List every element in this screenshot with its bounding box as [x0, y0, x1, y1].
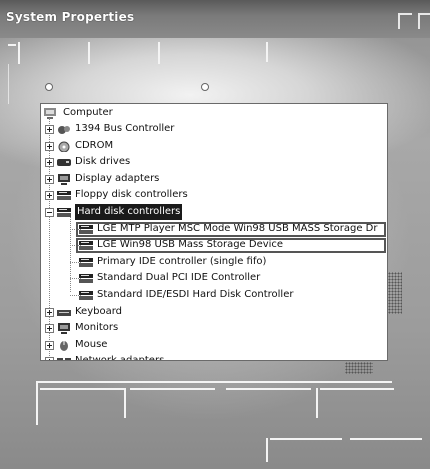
window-title: System Properties [6, 10, 135, 24]
properties-button[interactable] [40, 388, 125, 390]
cdrom-icon [58, 141, 70, 152]
bus-controller-icon [58, 126, 70, 134]
disk-controller-icon [79, 274, 93, 284]
tab-divider[interactable] [266, 42, 268, 62]
mouse-icon [60, 340, 68, 351]
scrollbar-grip[interactable] [388, 272, 402, 314]
tree-item-label: CDROM [75, 139, 114, 151]
ok-button[interactable] [270, 438, 342, 440]
tree-item-label: Display adapters [75, 172, 160, 184]
ok-button-frame[interactable] [266, 438, 268, 462]
tree-item[interactable]: Standard Dual PCI IDE Controller [41, 270, 387, 286]
tree-item[interactable]: Keyboard [41, 304, 387, 320]
expand-icon[interactable] [45, 340, 54, 350]
expand-icon[interactable] [45, 307, 54, 317]
highlight-box [76, 221, 386, 237]
tree-item-label: Floppy disk controllers [75, 189, 188, 201]
expand-icon[interactable] [45, 324, 54, 334]
tree-item-label: Standard Dual PCI IDE Controller [97, 272, 261, 284]
minimize-button[interactable] [398, 13, 412, 29]
tree-item[interactable]: LGE Win98 USB Mass Storage Device [41, 237, 387, 254]
monitor-icon [58, 323, 70, 335]
tree-item-label: Keyboard [75, 305, 123, 317]
properties-button-frame[interactable] [36, 383, 38, 425]
print-button[interactable] [320, 388, 394, 390]
tree-item[interactable]: Disk drives [41, 154, 387, 170]
tree-item[interactable]: Display adapters [41, 171, 387, 187]
disk-controller-icon [57, 208, 71, 217]
group-box-border [36, 381, 392, 383]
tree-root-label: Computer [63, 107, 113, 118]
refresh-button-frame[interactable] [124, 388, 126, 418]
tree-item-label: Standard IDE/ESDI Hard Disk Controller [97, 289, 294, 300]
scrollbar-grip-horizontal[interactable] [345, 362, 373, 374]
tree-item[interactable]: LGE MTP Player MSC Mode Win98 USB MASS S… [41, 221, 387, 237]
expand-icon[interactable] [45, 125, 54, 134]
remove-button[interactable] [226, 388, 311, 390]
device-tree[interactable]: Computer 1394 Bus Controller CDROM Disk dr… [40, 103, 388, 361]
close-button[interactable] [418, 13, 430, 29]
expand-icon[interactable] [45, 141, 54, 151]
monitor-icon [58, 173, 70, 185]
panel-border-left [8, 64, 9, 104]
tree-item-label: Monitors [75, 322, 119, 334]
disk-controller-icon [57, 191, 71, 201]
cancel-button[interactable] [350, 438, 422, 440]
system-properties-dialog: System Properties Computer 1394 Bus Cont… [0, 0, 430, 469]
tab-divider[interactable] [158, 42, 160, 64]
refresh-button[interactable] [130, 388, 215, 390]
tab-divider[interactable] [88, 42, 90, 64]
tree-item[interactable]: Floppy disk controllers [41, 187, 387, 203]
disk-drive-icon [57, 159, 71, 167]
tree-item[interactable]: Monitors [41, 320, 387, 336]
disk-controller-icon [79, 291, 93, 300]
tree-item-label: Disk drives [75, 156, 131, 168]
view-by-type-radio[interactable] [45, 83, 53, 91]
tree-item[interactable]: Mouse [41, 337, 387, 353]
collapse-icon[interactable] [45, 208, 54, 217]
tree-item-label: Hard disk controllers [75, 204, 183, 220]
title-bar: System Properties [0, 0, 430, 38]
keyboard-icon [57, 309, 71, 316]
view-by-connection-radio[interactable] [201, 83, 209, 91]
tree-item[interactable]: Primary IDE controller (single fifo) [41, 254, 387, 270]
tree-item[interactable]: Standard IDE/ESDI Hard Disk Controller [41, 287, 387, 303]
tree-item[interactable]: Network adapters [41, 353, 387, 361]
expand-icon[interactable] [45, 357, 54, 360]
tree-item-label: Primary IDE controller (single fifo) [97, 255, 267, 267]
expand-icon[interactable] [45, 191, 54, 201]
tree-item[interactable]: 1394 Bus Controller [41, 121, 387, 137]
tree-item[interactable]: CDROM [41, 138, 387, 154]
tree-item-label: 1394 Bus Controller [75, 123, 175, 134]
computer-icon [44, 108, 56, 119]
expand-icon[interactable] [45, 174, 54, 184]
disk-controller-icon [79, 257, 93, 267]
tree-item-label: Network adapters [75, 355, 165, 361]
network-icon [57, 358, 71, 360]
tab-divider[interactable] [18, 42, 20, 64]
expand-icon[interactable] [45, 158, 54, 168]
highlight-box [76, 238, 386, 254]
tree-item[interactable]: Hard disk controllers [41, 204, 387, 220]
tree-item-label: Mouse [75, 338, 108, 350]
print-button-frame[interactable] [316, 388, 318, 418]
tab-border [8, 44, 16, 46]
